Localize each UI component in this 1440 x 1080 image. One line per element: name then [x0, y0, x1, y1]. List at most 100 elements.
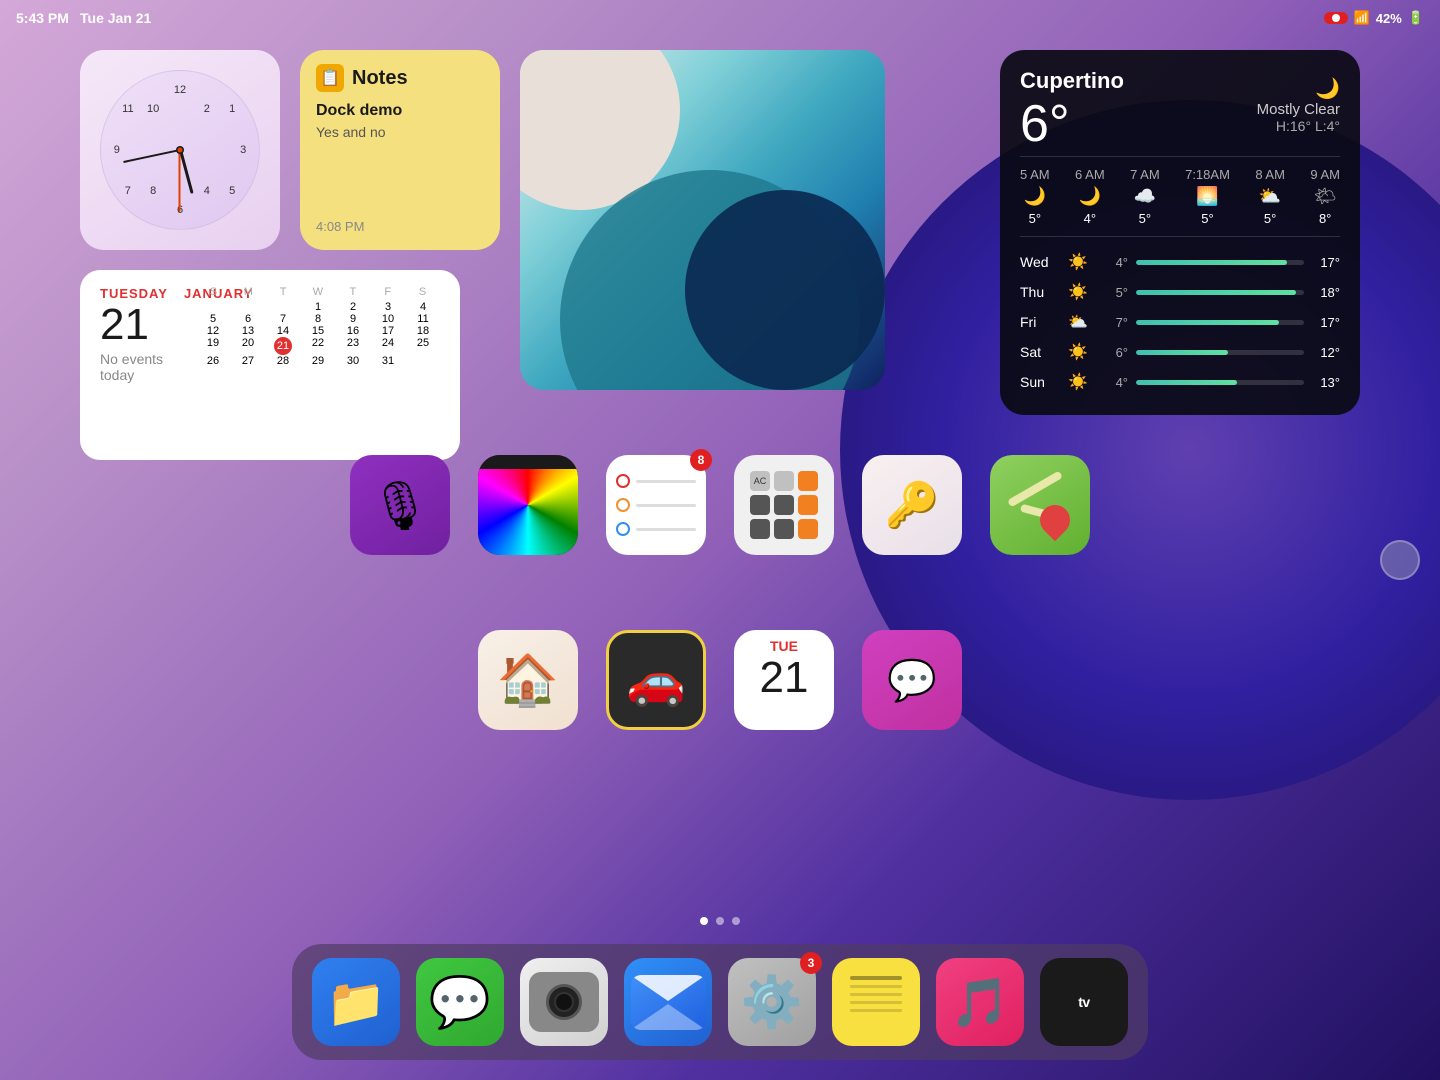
settings-icon: ⚙️: [741, 973, 803, 1032]
clock-4: 4: [204, 185, 210, 197]
dock-app-messages[interactable]: 💬: [416, 958, 504, 1046]
status-date: Tue Jan 21: [80, 10, 151, 26]
app-maps[interactable]: [990, 455, 1090, 555]
cal-icon-month: TUE: [770, 638, 798, 654]
battery-icon: 🔋: [1408, 10, 1424, 26]
calendar-widget[interactable]: TUESDAY JANUARY 21 No events today S M T…: [80, 270, 460, 460]
weather-left: Cupertino 6°: [1020, 68, 1124, 150]
mail-visual: [631, 975, 706, 1030]
page-dot-2[interactable]: [716, 917, 724, 925]
app-calculator[interactable]: AC: [734, 455, 834, 555]
wed-bar: [1136, 260, 1287, 265]
cal-week-5: 262728 293031: [196, 355, 440, 367]
clock-7: 7: [125, 185, 131, 197]
dock-app-notes[interactable]: [832, 958, 920, 1046]
weather-condition-block: 🌙 Mostly Clear H:16° L:4°: [1257, 68, 1340, 134]
passwords-icon: 🔑: [885, 479, 940, 531]
weather-moon-icon: 🌙: [1257, 76, 1340, 101]
app-calendar-icon[interactable]: TUE 21: [734, 630, 834, 730]
weather-hour-4: 8 AM ⛅ 5°: [1255, 167, 1285, 226]
weather-widget[interactable]: Cupertino 6° 🌙 Mostly Clear H:16° L:4° 5…: [1000, 50, 1360, 415]
thu-bar: [1136, 290, 1296, 295]
status-bar: 5:43 PM Tue Jan 21 📶 42% 🔋: [0, 0, 1440, 36]
clock-9: 9: [114, 144, 120, 156]
battery-percent: 42%: [1376, 11, 1402, 26]
status-right: 📶 42% 🔋: [1324, 10, 1424, 26]
notes-note-title: Dock demo: [316, 102, 484, 120]
camera-lens-inner: [554, 992, 574, 1012]
page-dots: [700, 917, 740, 925]
app-home[interactable]: 🏠: [478, 630, 578, 730]
dock-app-files[interactable]: 📁: [312, 958, 400, 1046]
notes-timestamp: 4:08 PM: [316, 219, 364, 234]
reminders-badge: 8: [690, 449, 712, 471]
wallpaper-thumbnail[interactable]: [520, 50, 885, 390]
notes-header: 📋 Notes: [316, 64, 484, 92]
wifi-icon: 📶: [1354, 10, 1370, 26]
wallpaper-shape3: [685, 190, 885, 390]
weather-daily: Wed ☀️ 4° 17° Thu ☀️ 5° 18° Fri ⛅ 7° 17°: [1020, 247, 1340, 397]
weather-hour-5: 9 AM 🌤 8°: [1310, 167, 1340, 226]
cal-date-num: 21: [100, 303, 180, 347]
page-dot-1[interactable]: [700, 917, 708, 925]
clock-1: 1: [229, 103, 235, 115]
mail-flap: [631, 975, 706, 1001]
speakout-icon: 💬: [887, 657, 937, 704]
weather-temp: 6°: [1020, 98, 1124, 150]
weather-top-row: Cupertino 6° 🌙 Mostly Clear H:16° L:4°: [1020, 68, 1340, 150]
dock: 📁 💬 3 ⚙️ 🎵: [292, 944, 1148, 1060]
weather-hourly: 5 AM 🌙 5° 6 AM 🌙 4° 7 AM ☁️ 5° 7:18AM 🌅 …: [1020, 156, 1340, 237]
clock-12: 12: [174, 84, 186, 96]
settings-badge: 3: [800, 952, 822, 974]
sat-bar: [1136, 350, 1228, 355]
app-car-game[interactable]: 🚗: [606, 630, 706, 730]
cal-grid-header: S M T W T F S: [196, 286, 440, 298]
clock-5: 5: [229, 185, 235, 197]
weather-day-sun: Sun ☀️ 4° 13°: [1020, 367, 1340, 397]
dock-app-appletv[interactable]: tv: [1040, 958, 1128, 1046]
dock-app-music[interactable]: 🎵: [936, 958, 1024, 1046]
app-colormeter[interactable]: [478, 455, 578, 555]
notes-title: Notes: [352, 67, 408, 90]
minute-hand: [123, 149, 180, 163]
dock-app-mail[interactable]: [624, 958, 712, 1046]
cal-week-2: 567 891011: [196, 313, 440, 325]
weather-hi-lo: H:16° L:4°: [1257, 118, 1340, 134]
dock-app-camera[interactable]: [520, 958, 608, 1046]
weather-hour-3: 7 AM ☁️ 5°: [1130, 167, 1160, 226]
weather-hour-2: 6 AM 🌙 4°: [1075, 167, 1105, 226]
messages-icon: 💬: [429, 973, 491, 1032]
weather-day-wed: Wed ☀️ 4° 17°: [1020, 247, 1340, 277]
clock-widget[interactable]: 12 1 3 5 6 7 9 11 2 4 8 10: [80, 50, 280, 250]
home-icon: 🏠: [497, 651, 559, 710]
clock-3: 3: [240, 144, 246, 156]
cal-date-section: TUESDAY JANUARY 21 No events today: [100, 286, 180, 444]
app-reminders[interactable]: 8: [606, 455, 706, 555]
clock-8: 8: [150, 185, 156, 197]
assistive-touch[interactable]: [1380, 540, 1420, 580]
appletv-visual: tv: [1078, 994, 1089, 1010]
app-podcasts[interactable]: 🎙: [350, 455, 450, 555]
fri-bar: [1136, 320, 1279, 325]
files-icon: 📁: [326, 974, 386, 1031]
dock-app-settings[interactable]: 3 ⚙️: [728, 958, 816, 1046]
notes-note-preview: Yes and no: [316, 124, 484, 140]
app-speakout[interactable]: 💬: [862, 630, 962, 730]
weather-hour-1: 5 AM 🌙 5°: [1020, 167, 1050, 226]
notes-dock-inner: [840, 966, 912, 1038]
clock-10: 10: [147, 103, 159, 115]
camera-visual: [529, 972, 599, 1032]
page-dot-3[interactable]: [732, 917, 740, 925]
cal-week-1: 1234: [196, 301, 440, 313]
clock-center-red: [178, 148, 183, 153]
car-icon: 🚗: [626, 652, 686, 709]
apps-row-2: 🏠 🚗 TUE 21 💬: [0, 630, 1440, 730]
weather-day-sat: Sat ☀️ 6° 12°: [1020, 337, 1340, 367]
cal-no-events: No events today: [100, 351, 180, 383]
music-icon: 🎵: [950, 974, 1010, 1031]
record-dot: [1332, 14, 1340, 22]
cal-day-label: TUESDAY: [100, 286, 168, 301]
notes-widget[interactable]: 📋 Notes Dock demo Yes and no 4:08 PM: [300, 50, 500, 250]
record-indicator: [1324, 12, 1348, 24]
app-passwords[interactable]: 🔑: [862, 455, 962, 555]
